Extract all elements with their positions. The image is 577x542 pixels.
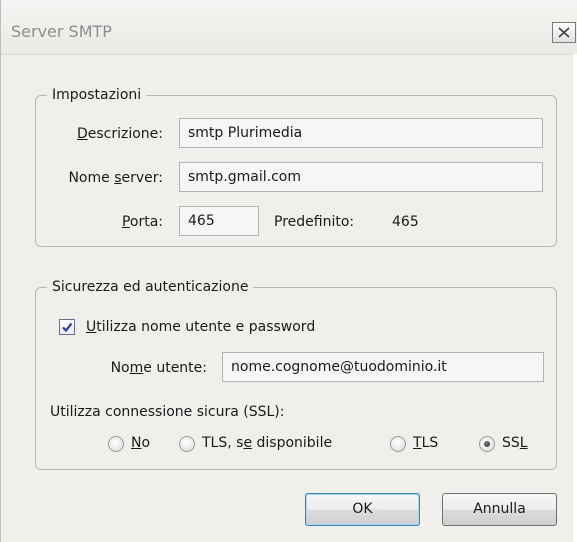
server-name-field[interactable]: smtp.gmail.com — [179, 162, 543, 192]
description-label: Descrizione: — [76, 126, 163, 142]
title-bar: Server SMTP — [1, 0, 577, 55]
port-label: Porta: — [121, 214, 163, 230]
security-group-legend: Sicurezza ed autenticazione — [47, 277, 254, 297]
username-label: Nome utente: — [110, 360, 207, 376]
radio-ssl-label[interactable]: SSL — [502, 433, 528, 453]
window-title: Server SMTP — [11, 22, 112, 41]
close-button[interactable] — [552, 22, 576, 43]
secure-connection-label: Utilizza connessione sicura (SSL): — [50, 404, 285, 420]
radio-selected-dot — [484, 441, 490, 447]
radio-no[interactable] — [108, 436, 124, 452]
default-port-label: Predefinito: — [274, 214, 355, 230]
settings-group-legend: Impostazioni — [47, 85, 147, 105]
checkmark-icon — [62, 322, 73, 333]
username-field[interactable]: nome.cognome@tuodominio.it — [222, 352, 544, 382]
close-x-icon — [558, 27, 570, 38]
window-right-edge — [573, 54, 577, 542]
description-field[interactable]: smtp Plurimedia — [179, 118, 543, 148]
radio-tls-if-available[interactable] — [179, 436, 195, 452]
radio-no-label[interactable]: No — [131, 433, 150, 453]
port-field[interactable]: 465 — [179, 206, 259, 236]
use-auth-checkbox[interactable] — [59, 319, 75, 335]
radio-tls-label[interactable]: TLS — [413, 433, 438, 453]
radio-tls-if-available-label[interactable]: TLS, se disponibile — [202, 433, 332, 453]
use-auth-label[interactable]: Utilizza nome utente e password — [86, 317, 315, 337]
default-port-value: 465 — [392, 214, 419, 230]
server-name-label: Nome server: — [68, 170, 163, 186]
radio-tls[interactable] — [390, 436, 406, 452]
radio-ssl[interactable] — [479, 436, 495, 452]
smtp-server-dialog: Server SMTP Impostazioni Descrizione: sm… — [0, 0, 577, 542]
cancel-button[interactable]: Annulla — [442, 493, 557, 526]
ok-button[interactable]: OK — [305, 493, 420, 526]
